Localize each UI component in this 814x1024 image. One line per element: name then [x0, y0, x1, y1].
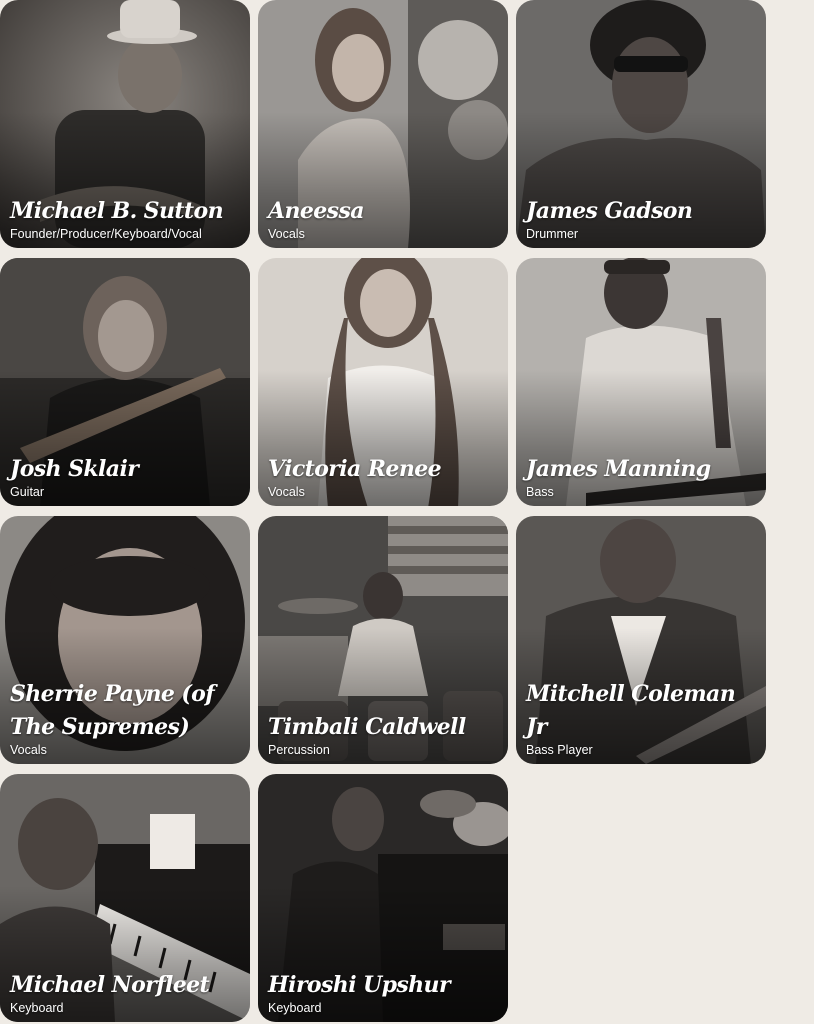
member-caption: Josh Sklair Guitar [10, 453, 242, 500]
member-card-michael-b-sutton[interactable]: Michael B. Sutton Founder/Producer/Keybo… [0, 0, 250, 248]
member-card-sherrie-payne[interactable]: Sherrie Payne (of The Supremes) Vocals [0, 516, 250, 764]
member-card-james-manning[interactable]: James Manning Bass [516, 258, 766, 506]
member-name: Michael B. Sutton [10, 198, 224, 224]
member-caption: Hiroshi Upshur Keyboard [268, 969, 500, 1016]
member-role: Vocals [268, 227, 305, 241]
member-role: Founder/Producer/Keyboard/Vocal [10, 227, 202, 241]
member-caption: James Gadson Drummer [526, 195, 758, 242]
member-name: Hiroshi Upshur [268, 972, 451, 998]
member-role: Keyboard [10, 1001, 64, 1015]
member-card-victoria-renee[interactable]: Victoria Renee Vocals [258, 258, 508, 506]
member-name: Michael Norfleet [10, 972, 210, 998]
member-name: Aneessa [268, 198, 364, 224]
member-card-hiroshi-upshur[interactable]: Hiroshi Upshur Keyboard [258, 774, 508, 1022]
member-caption: James Manning Bass [526, 453, 758, 500]
member-role: Drummer [526, 227, 579, 241]
member-name: Victoria Renee [268, 456, 442, 482]
member-name: Josh Sklair [10, 456, 139, 482]
member-caption: Victoria Renee Vocals [268, 453, 500, 500]
member-name: Mitchell Coleman Jr [526, 681, 736, 740]
member-caption: Sherrie Payne (of The Supremes) Vocals [10, 678, 242, 758]
member-name: Timbali Caldwell [268, 714, 466, 740]
member-role: Percussion [268, 743, 330, 757]
member-caption: Mitchell Coleman Jr Bass Player [526, 678, 758, 758]
member-card-timbali-caldwell[interactable]: Timbali Caldwell Percussion [258, 516, 508, 764]
member-caption: Michael B. Sutton Founder/Producer/Keybo… [10, 195, 242, 242]
member-role: Vocals [10, 743, 47, 757]
member-caption: Timbali Caldwell Percussion [268, 711, 500, 758]
member-caption: Aneessa Vocals [268, 195, 500, 242]
member-card-aneessa[interactable]: Aneessa Vocals [258, 0, 508, 248]
member-role: Bass [526, 485, 554, 499]
member-role: Vocals [268, 485, 305, 499]
member-card-josh-sklair[interactable]: Josh Sklair Guitar [0, 258, 250, 506]
member-name: Sherrie Payne (of The Supremes) [10, 681, 215, 740]
member-card-michael-norfleet[interactable]: Michael Norfleet Keyboard [0, 774, 250, 1022]
member-role: Guitar [10, 485, 45, 499]
member-name: James Gadson [526, 198, 693, 224]
member-role: Bass Player [526, 743, 593, 757]
member-card-james-gadson[interactable]: James Gadson Drummer [516, 0, 766, 248]
member-name: James Manning [526, 456, 711, 482]
member-card-mitchell-coleman-jr[interactable]: Mitchell Coleman Jr Bass Player [516, 516, 766, 764]
member-role: Keyboard [268, 1001, 322, 1015]
band-members-page: Michael B. Sutton Founder/Producer/Keybo… [0, 0, 814, 1024]
member-caption: Michael Norfleet Keyboard [10, 969, 242, 1016]
